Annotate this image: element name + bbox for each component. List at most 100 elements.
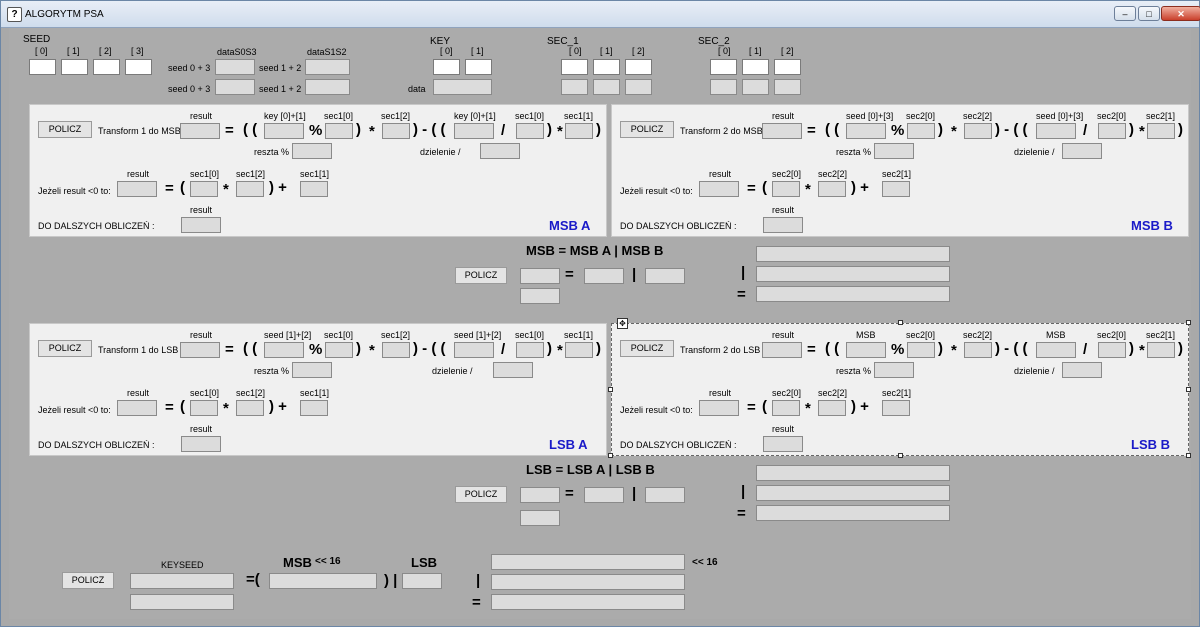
keyseed-output-2[interactable] [130, 594, 234, 610]
lsb-b-neg-sec2-2[interactable] [818, 400, 846, 416]
keyseed-binary-2[interactable] [491, 574, 685, 590]
seed03-output[interactable] [215, 59, 255, 75]
msb-b-seed-sum[interactable] [846, 123, 886, 139]
title-bar[interactable]: ? ALGORYTM PSA – □ ✕ [1, 1, 1200, 28]
msb-b-final-output[interactable] [763, 217, 803, 233]
lsb-combine-c[interactable] [645, 487, 685, 503]
sec1-output-0[interactable] [561, 79, 588, 95]
lsb-binary-1[interactable] [756, 465, 950, 481]
lsb-b-sec2-0[interactable] [907, 342, 935, 358]
lsb-a-sec1-2[interactable] [382, 342, 410, 358]
lsb-combine-b[interactable] [584, 487, 624, 503]
msb-a-result-output[interactable] [180, 123, 220, 139]
msb-combine-result[interactable] [520, 288, 560, 304]
msb-b-neg-sec2-0[interactable] [772, 181, 800, 197]
msb-b-neg-sec2-1[interactable] [882, 181, 910, 197]
keyseed-binary-3[interactable] [491, 594, 685, 610]
lsb-b-sec2-0-b[interactable] [1098, 342, 1126, 358]
msb-b-policz-button[interactable]: POLICZ [620, 121, 674, 138]
msb-b-sec2-1[interactable] [1147, 123, 1175, 139]
lsb-b-neg-result[interactable] [699, 400, 739, 416]
lsb-a-policz-button[interactable]: POLICZ [38, 340, 92, 357]
resize-handle-bottom-left[interactable] [608, 453, 613, 458]
msb-a-sec1-2[interactable] [382, 123, 410, 139]
sec2-input-1[interactable] [742, 59, 769, 75]
msb-b-result-output[interactable] [762, 123, 802, 139]
move-handle-icon[interactable]: ✥ [617, 318, 628, 329]
keyseed-lsb-input[interactable] [402, 573, 442, 589]
msb-a-neg-sec1-0[interactable] [190, 181, 218, 197]
msb-a-sec1-1[interactable] [565, 123, 593, 139]
msb-a-key-sum-2[interactable] [454, 123, 494, 139]
lsb-a-neg-sec1-1[interactable] [300, 400, 328, 416]
msb-b-sec2-2[interactable] [964, 123, 992, 139]
lsb-a-seed-sum-2[interactable] [454, 342, 494, 358]
lsb-policz-button[interactable]: POLICZ [455, 486, 507, 503]
lsb-a-sec1-0[interactable] [325, 342, 353, 358]
lsb-a-sec1-0-b[interactable] [516, 342, 544, 358]
lsb-b-result-output[interactable] [762, 342, 802, 358]
lsb-b-msb-input[interactable] [846, 342, 886, 358]
keyseed-msb-input[interactable] [269, 573, 377, 589]
sec2-output-2[interactable] [774, 79, 801, 95]
minimize-button[interactable]: – [1114, 6, 1136, 21]
lsb-b-policz-button[interactable]: POLICZ [620, 340, 674, 357]
lsb-b-final-output[interactable] [763, 436, 803, 452]
sec1-output-1[interactable] [593, 79, 620, 95]
sec2-input-0[interactable] [710, 59, 737, 75]
seed12-output-2[interactable] [305, 79, 350, 95]
lsb-b-sec2-2[interactable] [964, 342, 992, 358]
msb-b-sec2-0-b[interactable] [1098, 123, 1126, 139]
msb-a-key-sum[interactable] [264, 123, 304, 139]
seed03-output-2[interactable] [215, 79, 255, 95]
msb-b-dzielenie-output[interactable] [1062, 143, 1102, 159]
resize-handle-bottom-right[interactable] [1186, 453, 1191, 458]
lsb-binary-3[interactable] [756, 505, 950, 521]
lsb-a-result-output[interactable] [180, 342, 220, 358]
key-input-0[interactable] [433, 59, 460, 75]
lsb-b-sec2-1[interactable] [1147, 342, 1175, 358]
sec1-input-0[interactable] [561, 59, 588, 75]
sec1-input-1[interactable] [593, 59, 620, 75]
lsb-a-neg-sec1-2[interactable] [236, 400, 264, 416]
msb-b-sec2-0[interactable] [907, 123, 935, 139]
msb-a-neg-result[interactable] [117, 181, 157, 197]
msb-b-reszta-output[interactable] [874, 143, 914, 159]
msb-b-seed-sum-2[interactable] [1036, 123, 1076, 139]
panel-lsb-b[interactable]: POLICZ Transform 2 do LSB result = MSB s… [611, 323, 1189, 456]
msb-a-final-output[interactable] [181, 217, 221, 233]
seed12-output[interactable] [305, 59, 350, 75]
resize-handle-bottom[interactable] [898, 453, 903, 458]
lsb-a-sec1-1[interactable] [565, 342, 593, 358]
keyseed-policz-button[interactable]: POLICZ [62, 572, 114, 589]
lsb-b-msb-input-2[interactable] [1036, 342, 1076, 358]
resize-handle-left[interactable] [608, 387, 613, 392]
keyseed-binary-1[interactable] [491, 554, 685, 570]
key-input-1[interactable] [465, 59, 492, 75]
seed-input-1[interactable] [61, 59, 88, 75]
key-data-output[interactable] [433, 79, 492, 95]
msb-b-neg-sec2-2[interactable] [818, 181, 846, 197]
lsb-a-neg-sec1-0[interactable] [190, 400, 218, 416]
sec1-output-2[interactable] [625, 79, 652, 95]
keyseed-output[interactable] [130, 573, 234, 589]
msb-combine-b[interactable] [584, 268, 624, 284]
msb-a-sec1-0-b[interactable] [516, 123, 544, 139]
lsb-binary-2[interactable] [756, 485, 950, 501]
lsb-b-dzielenie-output[interactable] [1062, 362, 1102, 378]
lsb-a-final-output[interactable] [181, 436, 221, 452]
lsb-combine-result[interactable] [520, 510, 560, 526]
msb-a-neg-sec1-1[interactable] [300, 181, 328, 197]
resize-handle-right[interactable] [1186, 387, 1191, 392]
lsb-b-neg-sec2-1[interactable] [882, 400, 910, 416]
msb-policz-button[interactable]: POLICZ [455, 267, 507, 284]
msb-a-policz-button[interactable]: POLICZ [38, 121, 92, 138]
maximize-button[interactable]: □ [1138, 6, 1160, 21]
resize-handle-top[interactable] [898, 320, 903, 325]
msb-a-sec1-0[interactable] [325, 123, 353, 139]
lsb-a-neg-result[interactable] [117, 400, 157, 416]
msb-a-reszta-output[interactable] [292, 143, 332, 159]
sec2-output-1[interactable] [742, 79, 769, 95]
msb-a-neg-sec1-2[interactable] [236, 181, 264, 197]
close-button[interactable]: ✕ [1161, 6, 1200, 21]
